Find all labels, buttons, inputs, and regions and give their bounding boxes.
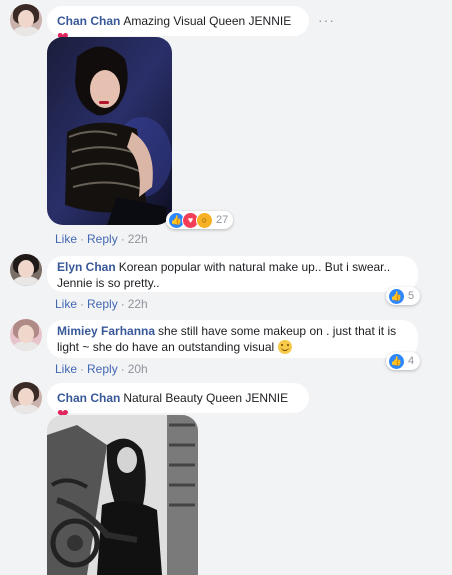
comment-bubble: Chan ChanAmazing Visual Queen JENNIE❤ xyxy=(47,6,309,45)
reaction-count: 5 xyxy=(408,290,415,302)
photo-jennie-bw xyxy=(47,415,198,575)
like-reaction-icon: 👍 xyxy=(388,287,405,305)
like-link[interactable]: Like xyxy=(55,232,77,246)
timestamp[interactable]: 22h xyxy=(128,232,148,246)
comment-author[interactable]: Mimiey Farhanna xyxy=(57,324,155,338)
reply-link[interactable]: Reply xyxy=(87,232,118,246)
comment-author[interactable]: Chan Chan xyxy=(57,391,120,405)
avatar[interactable] xyxy=(10,254,42,286)
reactions-summary[interactable]: 👍 4 xyxy=(386,352,421,370)
timestamp[interactable]: 22h xyxy=(128,297,148,311)
comment-bubble: Mimiey Farhanna she still have some makeu… xyxy=(47,320,418,358)
comment-bubble: Chan Chan Natural Beauty Queen JENNIE ❤ xyxy=(47,383,309,422)
like-reaction-icon: 👍 xyxy=(388,352,405,370)
reaction-count: 4 xyxy=(408,355,415,367)
comment-text: Natural Beauty Queen JENNIE xyxy=(123,391,289,405)
reaction-count: 27 xyxy=(216,214,229,226)
comment-author[interactable]: Chan Chan xyxy=(57,14,120,28)
like-link[interactable]: Like xyxy=(55,297,77,311)
reactions-summary[interactable]: 👍 ♥ ○ 27 xyxy=(166,211,234,229)
comment-author[interactable]: Elyn Chan xyxy=(57,260,116,274)
photo-jennie-stage xyxy=(47,37,172,225)
reply-link[interactable]: Reply xyxy=(87,297,118,311)
comment-photo[interactable] xyxy=(47,37,172,225)
comment-actions: Like · Reply · 22h xyxy=(55,297,148,311)
smile-emoji xyxy=(277,340,292,354)
reactions-summary[interactable]: 👍 5 xyxy=(386,287,421,305)
avatar[interactable] xyxy=(10,382,42,414)
avatar[interactable] xyxy=(10,319,42,351)
comment-actions: Like · Reply · 20h xyxy=(55,362,148,376)
like-link[interactable]: Like xyxy=(55,362,77,376)
comment-bubble: Elyn Chan Korean popular with natural mak… xyxy=(47,256,418,292)
comment-photo[interactable] xyxy=(47,415,198,575)
more-options-icon[interactable]: ··· xyxy=(318,12,335,28)
comment-text: Amazing Visual Queen JENNIE xyxy=(123,14,292,28)
reply-link[interactable]: Reply xyxy=(87,362,118,376)
avatar[interactable] xyxy=(10,4,42,36)
wow-reaction-icon: ○ xyxy=(196,211,213,229)
comment-actions: Like · Reply · 22h xyxy=(55,232,148,246)
timestamp[interactable]: 20h xyxy=(128,362,148,376)
